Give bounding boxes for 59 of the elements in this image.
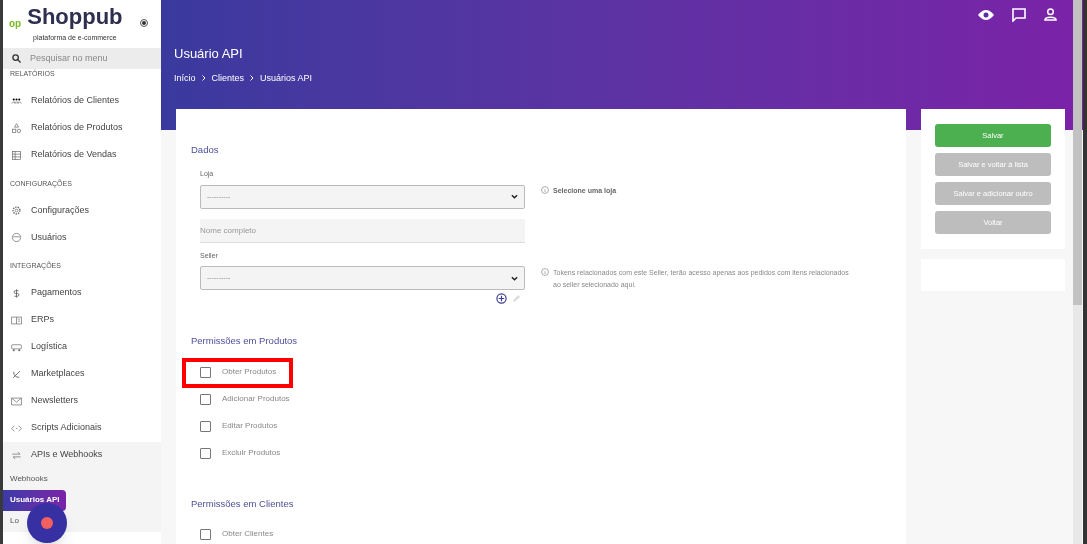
checkbox[interactable] xyxy=(200,528,211,540)
checkbox[interactable] xyxy=(200,366,211,378)
radio-icon[interactable] xyxy=(140,19,148,27)
text-input[interactable]: Nome completo xyxy=(200,218,525,243)
section-title: Permissões em Clientes xyxy=(191,496,295,511)
checkbox[interactable] xyxy=(200,420,211,432)
menu-item[interactable]: Usuários xyxy=(3,224,161,251)
menu-item[interactable]: Scripts Adicionais xyxy=(3,414,161,442)
chevron-right-icon xyxy=(201,75,206,82)
logo-mark: op xyxy=(9,17,22,31)
search-icon xyxy=(12,54,21,63)
submenu-item[interactable]: Webhooks xyxy=(3,468,54,490)
submenu-item[interactable]: Lo xyxy=(3,510,25,532)
user-icon[interactable] xyxy=(1044,8,1057,21)
menu-item[interactable]: Newsletters xyxy=(3,387,161,415)
floating-action-button[interactable] xyxy=(27,503,67,543)
submenu-item[interactable]: Usuários API xyxy=(3,489,66,511)
logo-wordmark: Shoppub xyxy=(27,4,123,30)
chevron-down-icon xyxy=(511,194,518,200)
menu-item[interactable]: ERPs xyxy=(3,306,161,334)
satellite-dish-icon xyxy=(11,368,22,380)
gear-icon xyxy=(11,205,22,216)
menu-item[interactable]: Pagamentos xyxy=(3,279,161,307)
checkbox-label: Adicionar Produtos xyxy=(222,393,290,405)
menu-item[interactable]: Marketplaces xyxy=(3,360,161,388)
checkbox-label: Obter Clientes xyxy=(222,528,274,541)
menu-item[interactable]: Relatórios de Produtos xyxy=(3,114,161,142)
menu-item[interactable]: Configurações xyxy=(3,197,161,224)
menu-item[interactable]: Logística xyxy=(3,333,161,361)
face-icon xyxy=(11,232,22,243)
page-title: Usuário API xyxy=(174,45,243,63)
section-title: Permissões em Produtos xyxy=(191,334,299,349)
chevron-down-icon xyxy=(511,275,518,281)
dollar-icon xyxy=(11,287,22,299)
menu-item[interactable]: APIs e Webhooks xyxy=(3,441,161,469)
checkbox-label: Obter Produtos xyxy=(222,366,277,378)
section-title: Dados xyxy=(191,143,220,157)
chevron-right-icon xyxy=(250,75,255,82)
checkbox[interactable] xyxy=(200,447,211,459)
breadcrumb-link[interactable]: Início xyxy=(174,71,196,85)
truck-icon xyxy=(11,341,22,353)
breadcrumb-link[interactable]: Clientes xyxy=(211,71,245,85)
menu-item[interactable]: Relatórios de Clientes xyxy=(3,87,161,115)
panel-icon xyxy=(11,314,22,326)
table-icon xyxy=(11,149,22,161)
menu-item[interactable]: Relatórios de Vendas xyxy=(3,141,161,169)
info-icon xyxy=(541,186,549,195)
checkbox-label: Excluir Produtos xyxy=(222,447,281,459)
eye-icon[interactable] xyxy=(978,8,994,22)
chat-icon[interactable] xyxy=(1012,8,1026,22)
shapes-icon xyxy=(11,122,22,134)
users-icon xyxy=(11,95,22,107)
breadcrumb-link[interactable]: Usuários API xyxy=(260,71,313,85)
checkbox-label: Editar Produtos xyxy=(222,420,278,432)
mail-icon xyxy=(11,395,22,407)
checkbox[interactable] xyxy=(200,393,211,405)
add-icon[interactable] xyxy=(496,293,507,305)
swap-arrows-icon xyxy=(11,449,22,461)
info-icon xyxy=(541,267,549,276)
